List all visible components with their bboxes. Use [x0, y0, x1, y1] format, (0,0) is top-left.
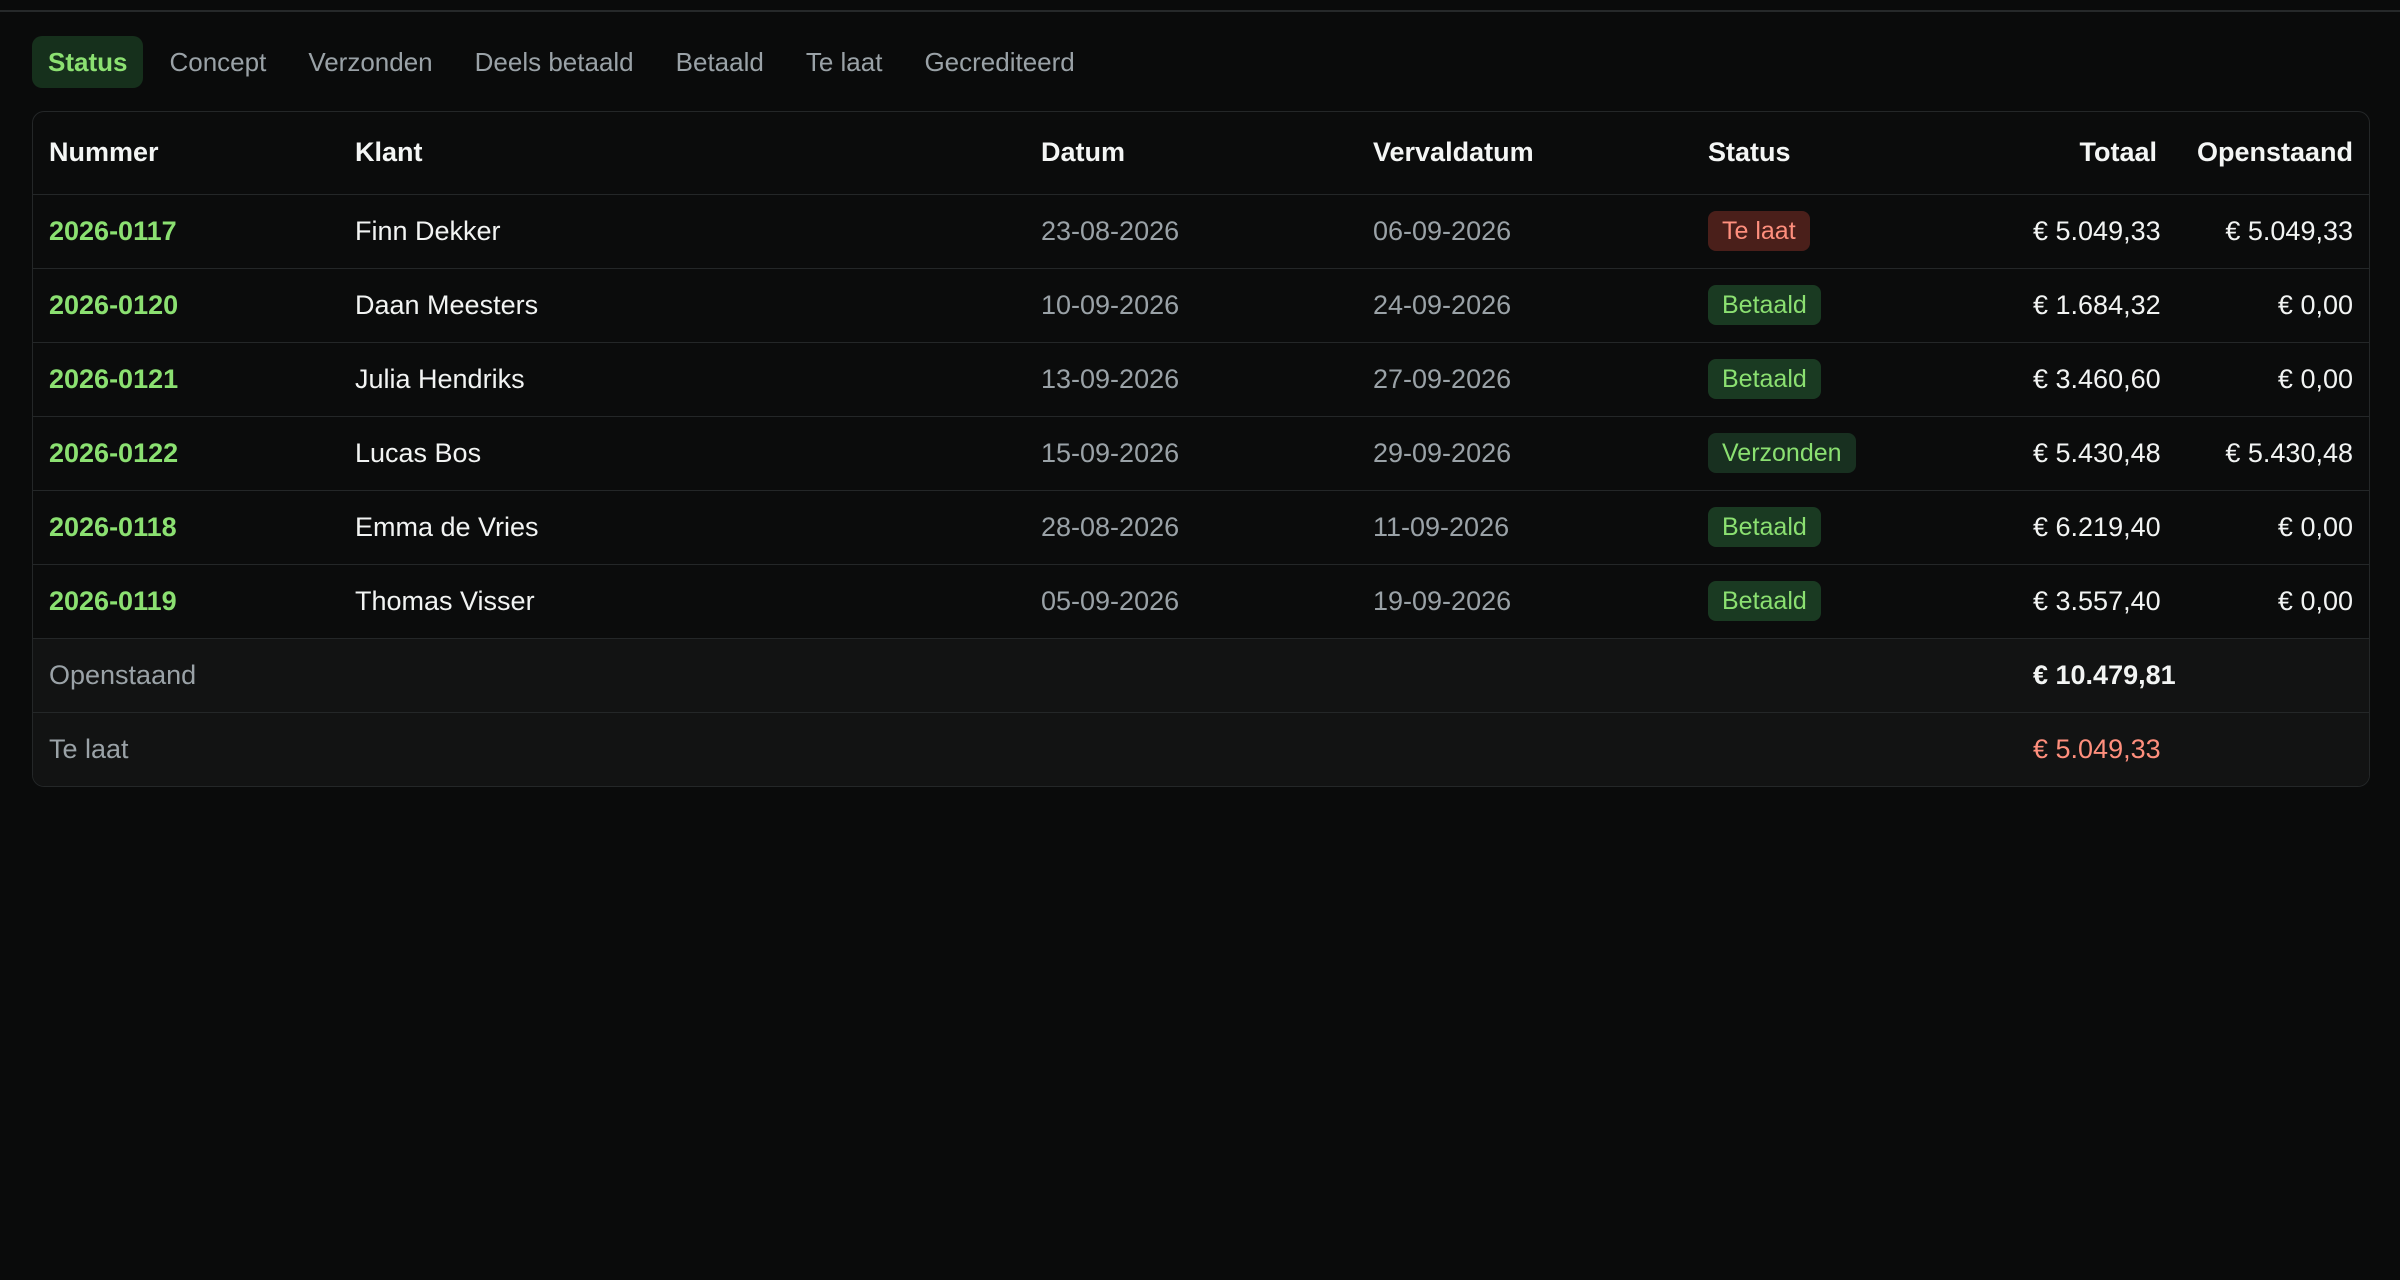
status-cell: Verzonden	[1692, 416, 2017, 491]
status-cell: Betaald	[1692, 342, 2017, 417]
client-name: Thomas Visser	[339, 564, 1025, 639]
table-row[interactable]: 2026-0121 Julia Hendriks 13-09-2026 27-09-2…	[33, 342, 2369, 417]
summary-label-openstaand: Openstaand	[33, 638, 2017, 713]
due-date: 06-09-2026	[1357, 194, 1692, 269]
invoice-number-link[interactable]: 2026-0122	[33, 416, 339, 491]
total-amount: € 3.460,60	[2017, 342, 2173, 417]
table-row[interactable]: 2026-0119 Thomas Visser 05-09-2026 19-09-20…	[33, 564, 2369, 639]
total-amount: € 1.684,32	[2017, 268, 2173, 343]
client-name: Finn Dekker	[339, 194, 1025, 269]
header-klant[interactable]: Klant	[339, 112, 1025, 195]
outstanding-amount: € 0,00	[2173, 268, 2369, 343]
header-totaal[interactable]: Totaal	[2017, 112, 2173, 195]
status-badge: Verzonden	[1708, 433, 1856, 473]
invoice-date: 13-09-2026	[1025, 342, 1357, 417]
top-divider	[0, 10, 2400, 12]
table-header-row: Nummer Klant Datum Vervaldatum Status To…	[33, 112, 2369, 195]
invoice-table-card: Nummer Klant Datum Vervaldatum Status To…	[32, 111, 2370, 787]
invoice-date: 10-09-2026	[1025, 268, 1357, 343]
status-badge: Betaald	[1708, 285, 1821, 325]
status-badge: Betaald	[1708, 359, 1821, 399]
total-amount: € 5.049,33	[2017, 194, 2173, 269]
table-row[interactable]: 2026-0120 Daan Meesters 10-09-2026 24-09-20…	[33, 268, 2369, 343]
tab-betaald[interactable]: Betaald	[660, 36, 780, 88]
status-badge: Betaald	[1708, 581, 1821, 621]
invoice-number-link[interactable]: 2026-0119	[33, 564, 339, 639]
header-vervaldatum[interactable]: Vervaldatum	[1357, 112, 1692, 195]
client-name: Daan Meesters	[339, 268, 1025, 343]
invoice-date: 15-09-2026	[1025, 416, 1357, 491]
status-badge: Betaald	[1708, 507, 1821, 547]
header-openstaand[interactable]: Openstaand	[2173, 112, 2369, 195]
due-date: 29-09-2026	[1357, 416, 1692, 491]
tab-te-laat[interactable]: Te laat	[790, 36, 899, 88]
due-date: 27-09-2026	[1357, 342, 1692, 417]
tab-concept[interactable]: Concept	[153, 36, 282, 88]
tab-deels-betaald[interactable]: Deels betaald	[459, 36, 650, 88]
outstanding-amount: € 0,00	[2173, 490, 2369, 565]
status-cell: Te laat	[1692, 194, 2017, 269]
tab-gecrediteerd[interactable]: Gecrediteerd	[908, 36, 1090, 88]
total-amount: € 5.430,48	[2017, 416, 2173, 491]
invoice-number-link[interactable]: 2026-0117	[33, 194, 339, 269]
invoice-date: 23-08-2026	[1025, 194, 1357, 269]
client-name: Emma de Vries	[339, 490, 1025, 565]
invoice-number-link[interactable]: 2026-0120	[33, 268, 339, 343]
status-badge: Te laat	[1708, 211, 1810, 251]
invoice-number-link[interactable]: 2026-0118	[33, 490, 339, 565]
table-row[interactable]: 2026-0118 Emma de Vries 28-08-2026 11-09-20…	[33, 490, 2369, 565]
client-name: Lucas Bos	[339, 416, 1025, 491]
status-cell: Betaald	[1692, 490, 2017, 565]
due-date: 19-09-2026	[1357, 564, 1692, 639]
summary-row-openstaand: Openstaand € 10.479,81	[33, 638, 2369, 713]
summary-label-te-laat: Te laat	[33, 712, 2017, 786]
header-nummer[interactable]: Nummer	[33, 112, 339, 195]
status-filter-tabs: Status Concept Verzonden Deels betaald B…	[32, 36, 1091, 88]
outstanding-amount: € 0,00	[2173, 564, 2369, 639]
due-date: 11-09-2026	[1357, 490, 1692, 565]
status-cell: Betaald	[1692, 268, 2017, 343]
summary-value-te-laat: € 5.049,33	[2017, 712, 2369, 786]
summary-row-te-laat: Te laat € 5.049,33	[33, 712, 2369, 786]
table-row[interactable]: 2026-0122 Lucas Bos 15-09-2026 29-09-2026 Ve…	[33, 416, 2369, 491]
table-row[interactable]: 2026-0117 Finn Dekker 23-08-2026 06-09-2026…	[33, 194, 2369, 269]
total-amount: € 6.219,40	[2017, 490, 2173, 565]
status-cell: Betaald	[1692, 564, 2017, 639]
header-status[interactable]: Status	[1692, 112, 2017, 195]
invoice-date: 05-09-2026	[1025, 564, 1357, 639]
invoice-date: 28-08-2026	[1025, 490, 1357, 565]
outstanding-amount: € 5.049,33	[2173, 194, 2369, 269]
tab-verzonden[interactable]: Verzonden	[292, 36, 448, 88]
invoice-table: Nummer Klant Datum Vervaldatum Status To…	[33, 112, 2369, 786]
due-date: 24-09-2026	[1357, 268, 1692, 343]
tab-status[interactable]: Status	[32, 36, 144, 88]
outstanding-amount: € 5.430,48	[2173, 416, 2369, 491]
header-datum[interactable]: Datum	[1025, 112, 1357, 195]
outstanding-amount: € 0,00	[2173, 342, 2369, 417]
invoice-number-link[interactable]: 2026-0121	[33, 342, 339, 417]
client-name: Julia Hendriks	[339, 342, 1025, 417]
total-amount: € 3.557,40	[2017, 564, 2173, 639]
summary-value-openstaand: € 10.479,81	[2017, 638, 2369, 713]
